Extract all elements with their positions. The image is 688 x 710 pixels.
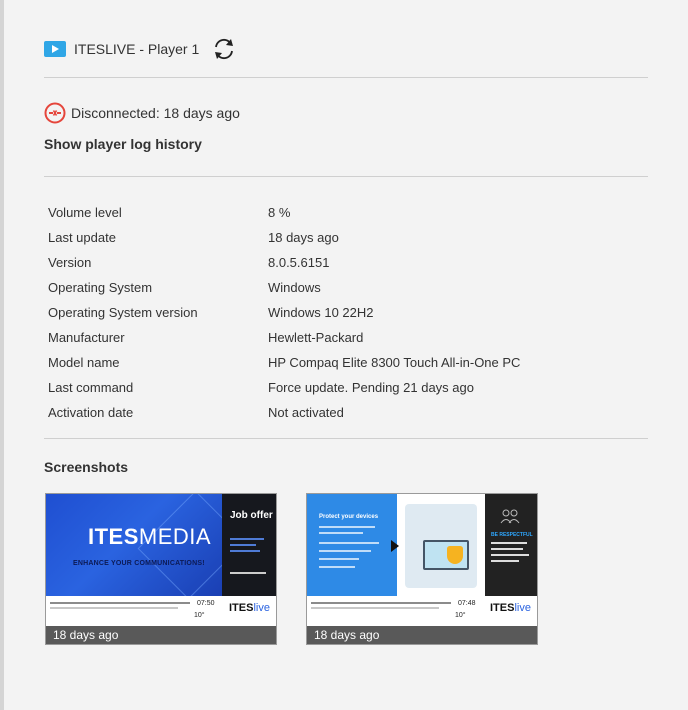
screenshot-temperature: 10° [194, 612, 205, 619]
text-line [491, 542, 527, 544]
shield-icon [447, 546, 463, 564]
info-label: Activation date [48, 405, 134, 420]
screenshot-side-panel: BE RESPECTFUL [485, 494, 537, 596]
screenshots-title: Screenshots [44, 459, 129, 475]
divider [44, 176, 648, 177]
news-ticker-line [50, 602, 190, 604]
text-line [319, 566, 355, 568]
text-line [319, 558, 359, 560]
screenshot-footer: 07:48 10° ITESlive [307, 596, 537, 626]
screenshot-footer: 07:50 10° ITESlive [46, 596, 276, 626]
screenshot-slide-title: Protect your devices [319, 514, 379, 520]
people-icon [500, 509, 520, 524]
screenshot-slide-background: Protect your devices [307, 494, 397, 596]
info-row-last-update: Last update 18 days ago [48, 225, 648, 250]
screenshot-side-title: BE RESPECTFUL [491, 532, 533, 538]
info-value: 8.0.5.6151 [268, 255, 330, 270]
info-row-version: Version 8.0.5.6151 [48, 250, 648, 275]
info-value: Force update. Pending 21 days ago [268, 380, 474, 395]
temperature-value: 10 [455, 612, 463, 619]
info-value: 18 days ago [268, 230, 339, 245]
info-row-model: Model name HP Compaq Elite 8300 Touch Al… [48, 350, 648, 375]
info-row-manufacturer: Manufacturer Hewlett-Packard [48, 325, 648, 350]
player-icon [44, 41, 66, 57]
screenshot-caption: 18 days ago [307, 626, 537, 644]
screenshot-side-title: Job offer [230, 510, 273, 521]
info-value: Windows 10 22H2 [268, 305, 374, 320]
info-label: Model name [48, 355, 120, 370]
temperature-value: 10 [194, 612, 202, 619]
info-label: Last command [48, 380, 134, 395]
text-line [230, 572, 266, 574]
screenshot-slide-background: ITESMEDIA ENHANCE YOUR COMMUNICATIONS! [46, 494, 222, 596]
text-line [319, 542, 379, 544]
info-label: Operating System version [48, 305, 198, 320]
text-line [491, 554, 529, 556]
disconnected-icon [44, 102, 66, 124]
info-row-os: Operating System Windows [48, 275, 648, 300]
connection-status: Disconnected: 18 days ago [44, 102, 240, 124]
info-row-last-command: Last command Force update. Pending 21 da… [48, 375, 648, 400]
brand-bold: ITES [88, 524, 139, 549]
text-line [319, 550, 371, 552]
info-label: Volume level [48, 205, 122, 220]
player-details-panel: ITESLIVE - Player 1 Disconnected: 18 day… [4, 0, 688, 710]
text-line [230, 544, 256, 546]
text-line [230, 538, 264, 540]
brand-light: MEDIA [138, 524, 212, 549]
screenshot-slogan: ENHANCE YOUR COMMUNICATIONS! [73, 560, 205, 567]
info-label: Version [48, 255, 92, 270]
info-value: 8 % [268, 205, 291, 220]
logo-light: live [514, 602, 531, 614]
info-row-activation: Activation date Not activated [48, 400, 648, 425]
text-line [319, 526, 375, 528]
screenshot-clock: 07:50 [197, 600, 215, 607]
info-value: Windows [268, 280, 321, 295]
divider [44, 77, 648, 78]
screenshot-illustration-area [397, 494, 485, 596]
player-info-table: Volume level 8 % Last update 18 days ago… [48, 200, 648, 425]
info-value: Hewlett-Packard [268, 330, 364, 345]
show-log-history-link[interactable]: Show player log history [44, 136, 202, 152]
info-row-os-version: Operating System version Windows 10 22H2 [48, 300, 648, 325]
logo-bold: ITES [229, 602, 254, 614]
screenshot-clock: 07:48 [458, 600, 476, 607]
player-name: ITESLIVE - Player 1 [74, 41, 200, 57]
info-row-volume: Volume level 8 % [48, 200, 648, 225]
divider [44, 438, 648, 439]
text-line [319, 532, 363, 534]
info-label: Manufacturer [48, 330, 125, 345]
screenshot-caption: 18 days ago [46, 626, 276, 644]
screenshot-logo: ITESlive [229, 602, 270, 614]
news-ticker-line [50, 607, 178, 609]
logo-light: live [253, 602, 270, 614]
security-illustration [405, 504, 477, 588]
screenshot-thumbnail[interactable]: Protect your devices BE RESPECTFUL 07:48… [306, 493, 538, 645]
screenshot-logo: ITESlive [490, 602, 531, 614]
player-header: ITESLIVE - Player 1 [44, 36, 237, 62]
screenshot-temperature: 10° [455, 612, 466, 619]
screenshot-thumbnail[interactable]: ITESMEDIA ENHANCE YOUR COMMUNICATIONS! J… [45, 493, 277, 645]
screenshot-side-panel: Job offer [222, 494, 276, 596]
info-label: Last update [48, 230, 116, 245]
news-ticker-line [311, 602, 451, 604]
info-label: Operating System [48, 280, 153, 295]
arrow-icon [391, 540, 399, 552]
info-value: HP Compaq Elite 8300 Touch All-in-One PC [268, 355, 521, 370]
status-text: Disconnected: 18 days ago [71, 105, 240, 121]
logo-bold: ITES [490, 602, 515, 614]
text-line [491, 560, 519, 562]
news-ticker-line [311, 607, 439, 609]
info-value: Not activated [268, 405, 344, 420]
text-line [491, 548, 523, 550]
screenshot-brand: ITESMEDIA [88, 524, 211, 550]
refresh-icon[interactable] [211, 36, 237, 62]
text-line [230, 550, 260, 552]
